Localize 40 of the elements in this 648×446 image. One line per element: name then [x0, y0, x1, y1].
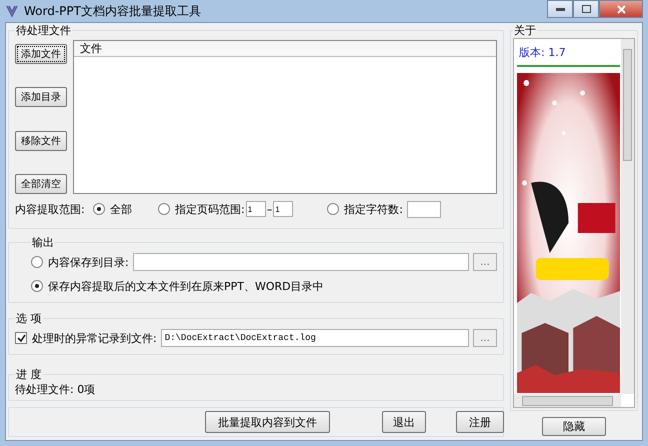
radio-button[interactable]: 全部: [93, 202, 132, 216]
side-button[interactable]: 全部清空: [15, 174, 67, 194]
group-title: 进 度: [15, 367, 42, 382]
browse-button[interactable]: ...: [473, 329, 497, 347]
progress-status: 待处理文件: 0项: [15, 383, 96, 396]
maximize-button[interactable]: [573, 0, 599, 18]
group-title: 关于: [513, 23, 537, 38]
browse-button[interactable]: ...: [473, 253, 497, 271]
page-to-field[interactable]: 1: [273, 201, 294, 217]
minimize-icon: [556, 8, 564, 10]
side-button[interactable]: 添加目录: [15, 87, 67, 108]
maximize-icon: [582, 5, 590, 13]
radio-button[interactable]: 指定字符数:: [327, 202, 403, 216]
action-button[interactable]: 退出: [382, 411, 426, 433]
log-checkbox[interactable]: 处理时的异常记录到文件:: [15, 330, 157, 346]
vertical-scrollbar[interactable]: [621, 39, 634, 394]
directory-field[interactable]: [132, 253, 469, 271]
horizontal-scrollbar[interactable]: [514, 394, 621, 407]
minimize-button[interactable]: [547, 0, 573, 18]
group-title: 待处理文件: [15, 23, 72, 38]
app-icon: [5, 4, 19, 18]
log-path-field[interactable]: D:\DocExtract\DocExtract.log: [160, 329, 469, 347]
radio-button[interactable]: 指定页码范围:: [158, 202, 245, 216]
radio-button[interactable]: 保存内容提取后的文本文件到在原来PPT、WORD目录中: [31, 278, 324, 294]
page-from-field[interactable]: 1: [246, 201, 266, 217]
group-title: 输出: [31, 235, 55, 250]
close-button[interactable]: [599, 0, 643, 18]
close-icon: [616, 4, 626, 14]
window-title: Word-PPT文档内容批量提取工具: [24, 2, 201, 20]
radio-button[interactable]: 内容保存到目录:: [31, 254, 129, 270]
column-header[interactable]: 文件: [74, 41, 496, 57]
range-dash: –: [266, 202, 272, 216]
side-button[interactable]: 移除文件: [15, 130, 67, 151]
action-button[interactable]: 批量提取内容到文件: [205, 411, 330, 433]
char-count-field[interactable]: [406, 200, 441, 218]
action-button[interactable]: 注册: [456, 411, 504, 433]
side-button[interactable]: 添加文件: [15, 44, 67, 64]
group-title: 选 项: [15, 311, 42, 326]
hide-button[interactable]: 隐藏: [542, 417, 606, 436]
range-label: 内容提取范围:: [15, 202, 86, 216]
